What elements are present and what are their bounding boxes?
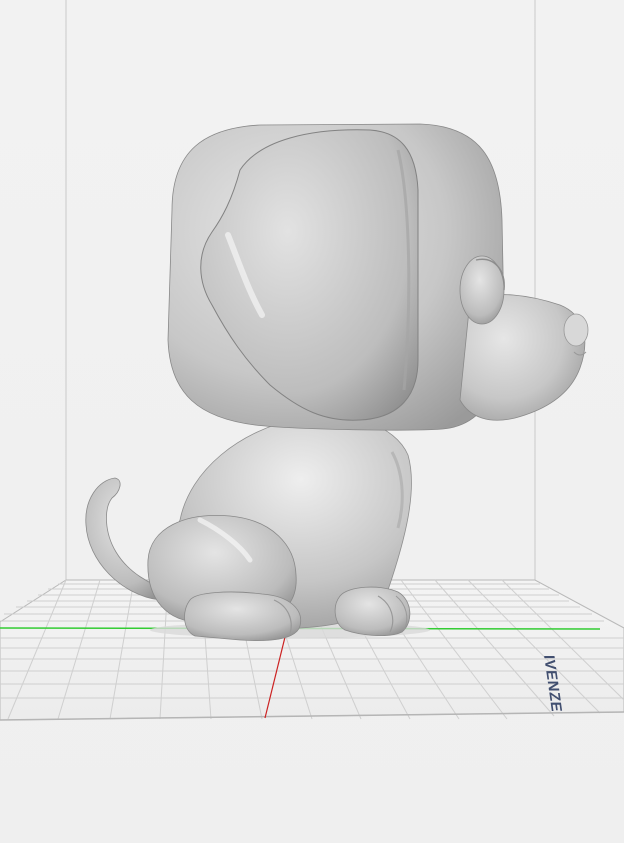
3d-viewport[interactable]: IVENZE [0,0,624,843]
dog-model[interactable] [85,123,589,642]
scene-canvas [0,0,624,721]
hind-paw [184,591,302,642]
front-paw [334,586,411,636]
nose [563,313,589,347]
